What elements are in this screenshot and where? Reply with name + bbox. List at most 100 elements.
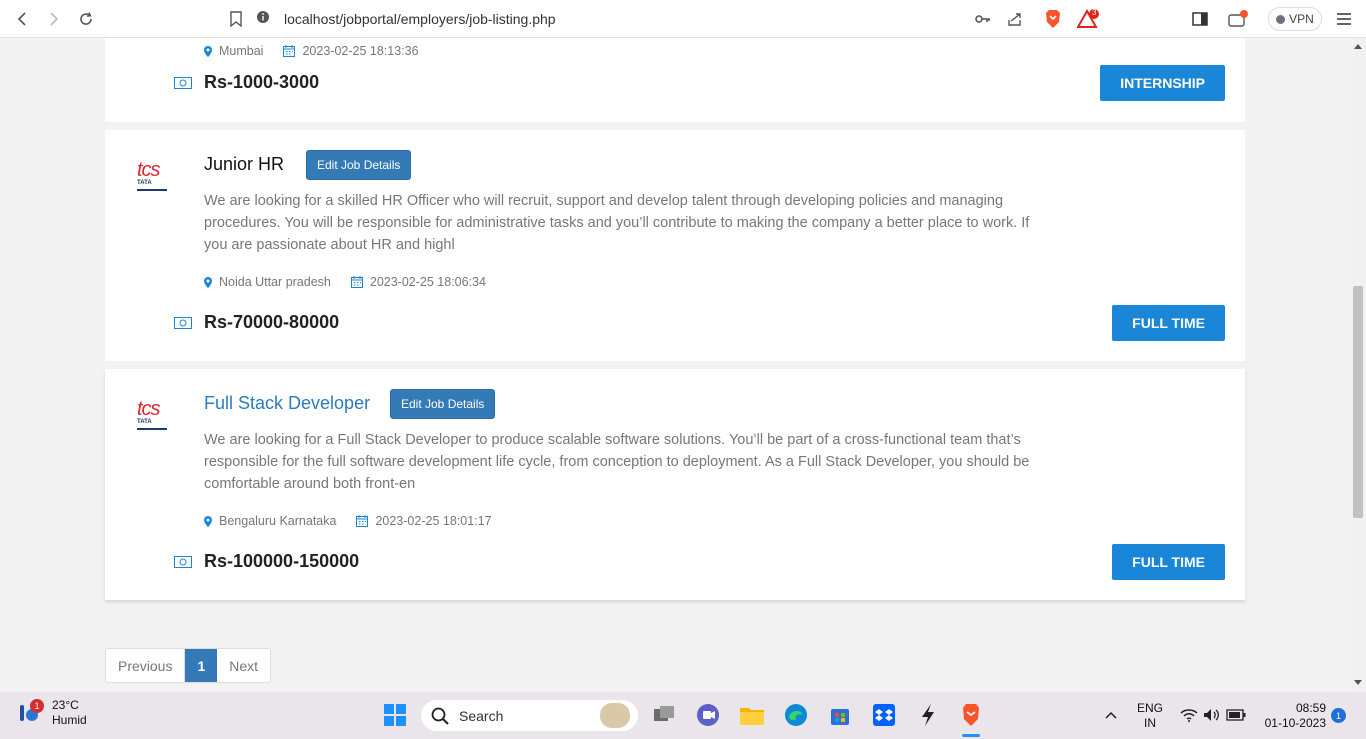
job-type-button[interactable]: FULL TIME (1112, 544, 1225, 580)
salary-text: Rs-70000-80000 (204, 312, 340, 332)
logo-underline (137, 189, 167, 191)
vpn-button[interactable]: VPN (1268, 7, 1322, 31)
volume-icon[interactable] (1199, 702, 1225, 728)
job-location-text: Bengaluru Karnataka (219, 514, 337, 528)
search-label: Search (459, 707, 504, 724)
wallet-icon[interactable] (1227, 7, 1251, 31)
page-viewport: Mumbai 2023-02-25 18:13:36 Rs-1000-3000 … (0, 38, 1350, 692)
job-location: Noida Uttar pradesh (204, 275, 331, 289)
vpn-status-dot (1276, 14, 1286, 24)
salary-text: Rs-100000-150000 (204, 551, 360, 571)
language-indicator[interactable]: ENG IN (1136, 701, 1164, 731)
weather-widget[interactable]: 1 23°C Humid (14, 698, 87, 728)
job-date: 2023-02-25 18:13:36 (283, 44, 419, 58)
pagination: Previous 1 Next (105, 648, 272, 683)
teams-chat-icon[interactable] (695, 702, 721, 728)
job-type-button[interactable]: INTERNSHIP (1100, 65, 1225, 101)
job-location-text: Mumbai (219, 44, 264, 58)
vpn-label: VPN (1289, 12, 1314, 26)
edit-job-button[interactable]: Edit Job Details (306, 150, 412, 180)
active-app-indicator (962, 734, 980, 737)
job-date: 2023-02-25 18:06:34 (350, 275, 486, 289)
job-description: We are looking for a Full Stack Develope… (204, 432, 1030, 492)
page-scrollbar[interactable] (1350, 38, 1366, 692)
clock[interactable]: 08:59 01-10-2023 (1256, 701, 1326, 731)
location-pin-icon (204, 276, 212, 288)
forward-icon[interactable] (38, 3, 70, 35)
scroll-down-icon[interactable] (1354, 680, 1362, 685)
location-pin-icon (204, 45, 212, 57)
microsoft-store-icon[interactable] (827, 702, 853, 728)
back-icon[interactable] (6, 3, 38, 35)
job-salary: Rs-1000-3000 (174, 72, 319, 93)
battery-icon[interactable] (1223, 702, 1249, 728)
scroll-thumb[interactable] (1353, 286, 1363, 518)
key-icon[interactable] (971, 7, 995, 31)
money-icon (174, 316, 192, 329)
calendar-icon (283, 45, 296, 57)
job-salary: Rs-100000-150000 (174, 551, 359, 572)
logo-subtext: TATA (137, 419, 152, 425)
clock-time: 08:59 (1295, 701, 1326, 715)
pagination-previous[interactable]: Previous (106, 649, 186, 682)
job-title: Junior HR (204, 154, 285, 174)
logo-subtext: TATA (137, 180, 152, 186)
address-bar[interactable]: localhost/jobportal/employers/job-listin… (256, 5, 1036, 33)
browser-toolbar: localhost/jobportal/employers/job-listin… (0, 0, 1366, 38)
brave-rewards-icon[interactable]: 3 (1076, 7, 1100, 31)
sublime-lightning-icon[interactable] (915, 702, 941, 728)
job-date-text: 2023-02-25 18:13:36 (302, 44, 419, 58)
job-meta: Mumbai 2023-02-25 18:13:36 (204, 44, 439, 58)
tray-overflow-icon[interactable] (1098, 702, 1124, 728)
edit-job-button[interactable]: Edit Job Details (390, 389, 496, 419)
brave-shield-icon[interactable] (1041, 7, 1065, 31)
job-card: tcs TATA Junior HR Edit Job Details We a… (105, 130, 1245, 361)
money-icon (174, 555, 192, 568)
taskbar-search[interactable]: Search (421, 700, 638, 731)
edge-browser-icon[interactable] (783, 702, 809, 728)
windows-start-icon[interactable] (382, 702, 408, 728)
search-icon (431, 707, 449, 725)
weather-temperature: 23°C (52, 698, 79, 712)
scroll-up-icon[interactable] (1354, 44, 1362, 49)
pagination-next[interactable]: Next (217, 649, 270, 682)
job-location: Bengaluru Karnataka (204, 514, 336, 528)
sidebar-toggle-icon[interactable] (1188, 7, 1212, 31)
search-highlight-image (600, 703, 630, 728)
file-explorer-icon[interactable] (739, 702, 765, 728)
job-card: tcs TATA Full Stack Developer Edit Job D… (105, 369, 1245, 600)
job-title-link[interactable]: Full Stack Developer (204, 393, 370, 414)
taskbar: 1 23°C Humid Search ENG IN 08:59 01-10-2… (0, 692, 1366, 739)
task-view-icon[interactable] (651, 702, 677, 728)
calendar-icon (356, 515, 369, 527)
logo-text: tcs (137, 159, 161, 181)
region-code: IN (1144, 716, 1156, 730)
logo-underline (137, 428, 167, 430)
job-meta: Noida Uttar pradesh 2023-02-25 18:06:34 (204, 275, 506, 289)
job-date-text: 2023-02-25 18:01:17 (375, 514, 492, 528)
company-logo: tcs TATA (137, 399, 173, 439)
job-date-text: 2023-02-25 18:06:34 (369, 275, 486, 289)
job-date: 2023-02-25 18:01:17 (356, 514, 492, 528)
rewards-count: 3 (1092, 8, 1097, 17)
notification-badge[interactable]: 1 (1331, 708, 1346, 723)
clock-date: 01-10-2023 (1264, 716, 1326, 730)
weather-badge: 1 (30, 699, 44, 713)
dropbox-icon[interactable] (871, 702, 897, 728)
site-info-icon[interactable] (256, 10, 270, 29)
job-meta: Bengaluru Karnataka 2023-02-25 18:01:17 (204, 514, 512, 528)
brave-taskbar-icon[interactable] (958, 702, 984, 728)
language-code: ENG (1136, 701, 1163, 715)
reload-icon[interactable] (70, 3, 102, 35)
weather-icon: 1 (14, 699, 44, 727)
url-text: localhost/jobportal/employers/job-listin… (284, 11, 556, 27)
pagination-page-current[interactable]: 1 (185, 649, 218, 682)
job-card: Mumbai 2023-02-25 18:13:36 Rs-1000-3000 … (105, 38, 1245, 122)
weather-condition: Humid (52, 713, 87, 727)
job-type-button[interactable]: FULL TIME (1112, 305, 1225, 341)
company-logo: tcs TATA (137, 160, 173, 200)
share-icon[interactable] (1003, 7, 1027, 31)
menu-icon[interactable] (1332, 7, 1356, 31)
job-description: We are looking for a skilled HR Officer … (204, 193, 1030, 253)
bookmark-icon[interactable] (220, 3, 252, 35)
